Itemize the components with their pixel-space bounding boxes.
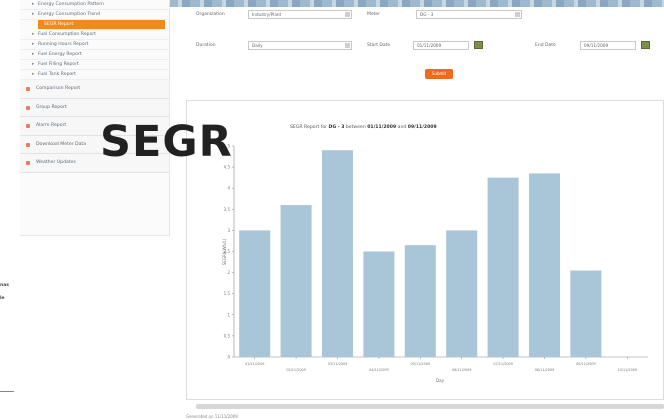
bar xyxy=(570,270,602,357)
bar xyxy=(446,230,478,357)
x-tick-label: 01/11/2009 xyxy=(245,362,265,366)
bar xyxy=(280,205,312,357)
y-tick-label: 0.5 xyxy=(224,333,231,338)
bar xyxy=(528,173,561,357)
x-tick-label: 03/11/2009 xyxy=(328,362,348,366)
bar xyxy=(239,230,271,357)
y-tick-label: 1 xyxy=(227,312,230,317)
x-tick-label: 07/11/2009 xyxy=(493,362,513,366)
bar xyxy=(487,177,519,357)
x-tick-label: 06/11/2009 xyxy=(452,368,472,372)
x-axis-label: Day xyxy=(436,378,445,383)
x-tick-label: 04/11/2009 xyxy=(369,368,389,372)
x-tick-label: 05/11/2009 xyxy=(411,362,431,366)
bar xyxy=(363,251,395,357)
segr-bar-chart: 00.511.522.533.544.5501/11/200902/11/200… xyxy=(222,144,648,383)
x-tick-label: 02/11/2009 xyxy=(286,368,306,372)
x-tick-label: 09/11/2009 xyxy=(576,362,596,366)
x-tick-label: 08/11/2009 xyxy=(535,368,555,372)
y-tick-label: 0 xyxy=(227,355,230,360)
horizontal-scrollbar[interactable] xyxy=(196,404,664,409)
footer-text: Generated on 11/11/2009 xyxy=(186,414,238,419)
overlay-watermark-text: SEGR xyxy=(100,117,233,167)
x-tick-label: 10/11/2009 xyxy=(618,368,638,372)
y-tick-label: 3 xyxy=(227,228,230,233)
y-tick-label: 1.5 xyxy=(224,291,231,296)
y-tick-label: 3.5 xyxy=(224,207,231,212)
bar xyxy=(321,150,354,357)
bar xyxy=(404,245,436,357)
y-tick-label: 2 xyxy=(227,270,230,275)
y-tick-label: 4 xyxy=(227,186,230,191)
y-axis-label: SEGR(kWh/L) xyxy=(222,238,227,265)
